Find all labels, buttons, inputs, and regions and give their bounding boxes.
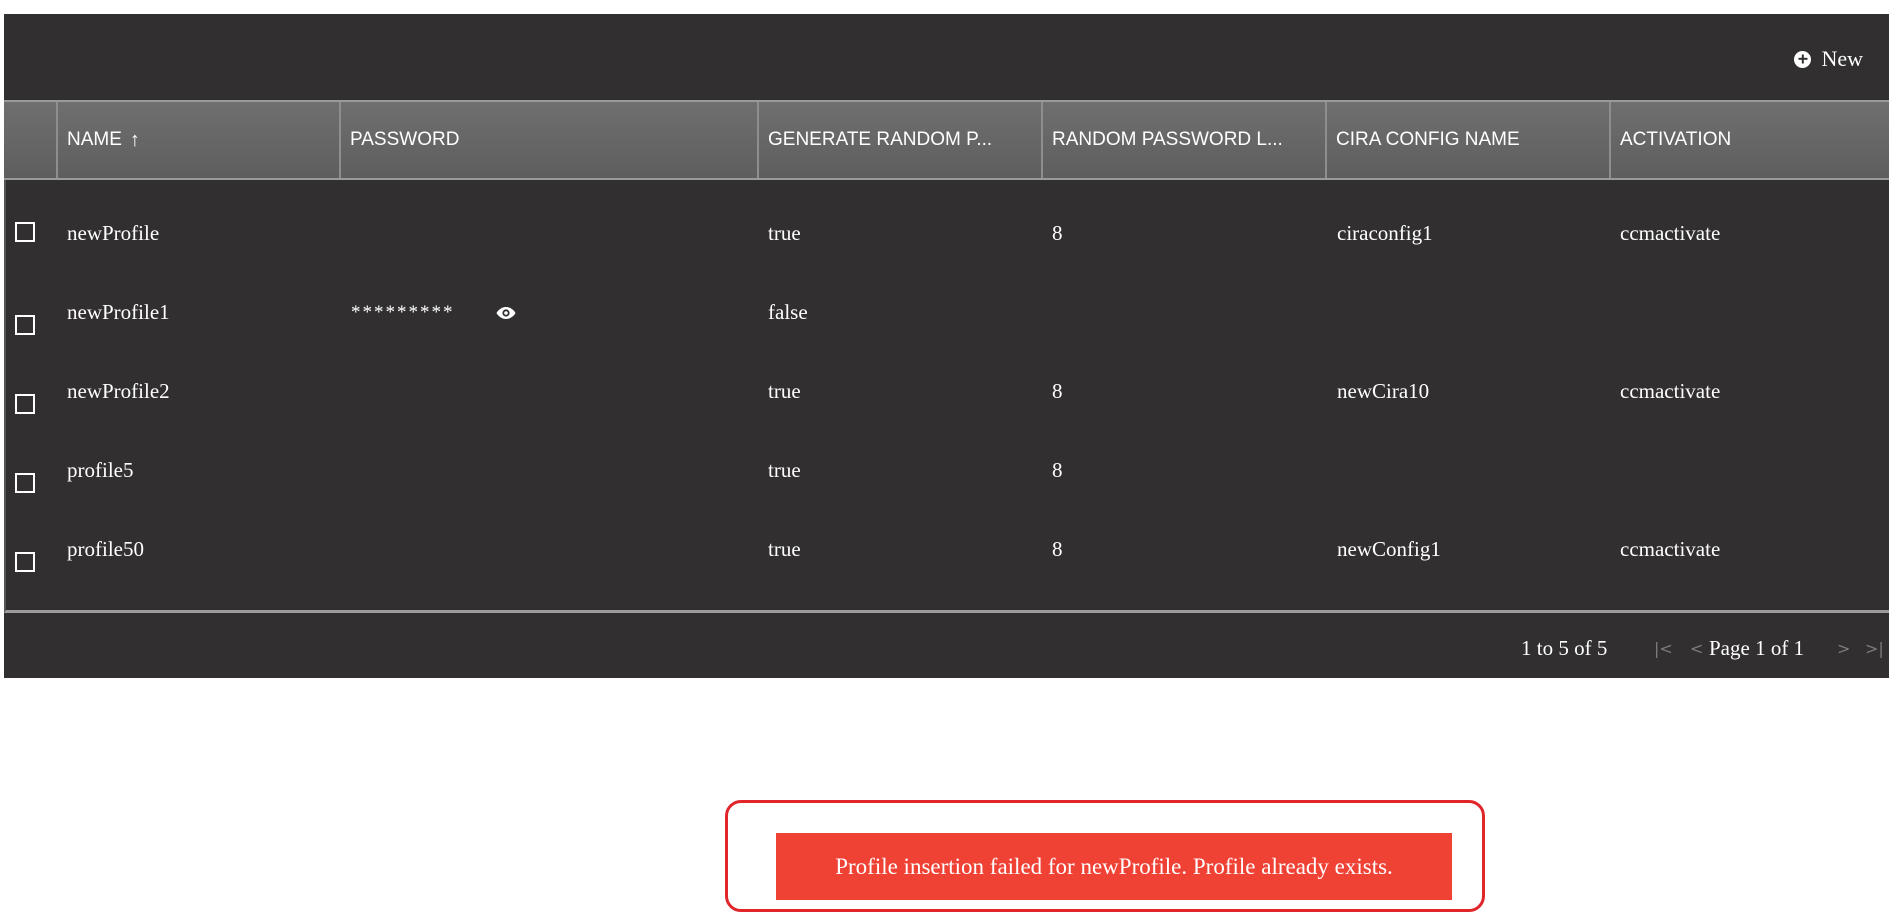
cell-name: profile50 bbox=[67, 537, 144, 561]
cell-random-length: 8 bbox=[1052, 458, 1063, 482]
next-page-icon[interactable]: > bbox=[1837, 639, 1850, 658]
cell-name: newProfile2 bbox=[67, 379, 170, 403]
cell-name: newProfile1 bbox=[67, 300, 170, 324]
cell-cira-config: ciraconfig1 bbox=[1337, 221, 1433, 245]
cell-random-length: 8 bbox=[1052, 537, 1063, 561]
cell-cira-config: newCira10 bbox=[1337, 379, 1430, 403]
column-header-cira-config[interactable]: CIRA CONFIG NAME bbox=[1327, 102, 1611, 178]
cell-generate-random: true bbox=[768, 221, 801, 245]
table-row[interactable]: profile50 true 8 newConfig1 ccmactivate bbox=[6, 510, 1889, 589]
row-checkbox[interactable] bbox=[15, 552, 35, 572]
table-row[interactable]: newProfile true 8 ciraconfig1 ccmactivat… bbox=[6, 194, 1889, 273]
grid-toolbar: New bbox=[4, 14, 1889, 100]
new-profile-button[interactable]: New bbox=[1794, 45, 1863, 73]
plus-circle-icon bbox=[1794, 50, 1812, 68]
pagination-bar: 1 to 5 of 5 |< < Page 1 of 1 > >| bbox=[4, 616, 1889, 678]
error-toast-message: Profile insertion failed for newProfile.… bbox=[835, 853, 1393, 879]
eye-icon[interactable] bbox=[496, 306, 516, 320]
cell-activation: ccmactivate bbox=[1620, 537, 1721, 561]
row-checkbox[interactable] bbox=[15, 315, 35, 335]
row-checkbox[interactable] bbox=[15, 394, 35, 414]
grid-body: newProfile true 8 ciraconfig1 ccmactivat… bbox=[4, 180, 1889, 613]
table-row[interactable]: newProfile1 ********* false bbox=[6, 273, 1889, 352]
cell-random-length: 8 bbox=[1052, 379, 1063, 403]
cell-generate-random: true bbox=[768, 379, 801, 403]
previous-page-icon[interactable]: < bbox=[1690, 639, 1703, 658]
row-checkbox[interactable] bbox=[15, 473, 35, 493]
header-select-cell bbox=[4, 102, 58, 178]
pagination-range: 1 to 5 of 5 bbox=[1521, 636, 1608, 660]
first-page-icon[interactable]: |< bbox=[1654, 639, 1673, 658]
cell-generate-random: true bbox=[768, 537, 801, 561]
cell-random-length: 8 bbox=[1052, 221, 1063, 245]
profiles-grid: New NAME ↑ PASSWORD GENERATE RANDOM P...… bbox=[4, 14, 1889, 678]
row-checkbox[interactable] bbox=[15, 222, 35, 242]
cell-cira-config: newConfig1 bbox=[1337, 537, 1441, 561]
table-row[interactable]: profile5 true 8 bbox=[6, 431, 1889, 510]
column-header-name[interactable]: NAME ↑ bbox=[58, 102, 341, 178]
grid-header-row: NAME ↑ PASSWORD GENERATE RANDOM P... RAN… bbox=[4, 100, 1889, 180]
cell-password: ********* bbox=[351, 301, 455, 323]
cell-generate-random: true bbox=[768, 458, 801, 482]
cell-activation: ccmactivate bbox=[1620, 379, 1721, 403]
sort-ascending-icon: ↑ bbox=[129, 128, 140, 151]
cell-name: profile5 bbox=[67, 458, 134, 482]
cell-activation: ccmactivate bbox=[1620, 221, 1721, 245]
column-header-random-length[interactable]: RANDOM PASSWORD L... bbox=[1043, 102, 1327, 178]
column-header-password[interactable]: PASSWORD bbox=[341, 102, 759, 178]
cell-name: newProfile bbox=[67, 221, 160, 245]
new-button-label: New bbox=[1821, 46, 1863, 71]
table-row[interactable]: newProfile2 true 8 newCira10 ccmactivate bbox=[6, 352, 1889, 431]
pagination-page-label: Page 1 of 1 bbox=[1709, 636, 1805, 660]
column-header-activation[interactable]: ACTIVATION bbox=[1611, 102, 1889, 178]
cell-generate-random: false bbox=[768, 300, 808, 324]
last-page-icon[interactable]: >| bbox=[1865, 639, 1884, 658]
column-header-generate-random[interactable]: GENERATE RANDOM P... bbox=[759, 102, 1043, 178]
error-toast[interactable]: Profile insertion failed for newProfile.… bbox=[776, 833, 1452, 900]
